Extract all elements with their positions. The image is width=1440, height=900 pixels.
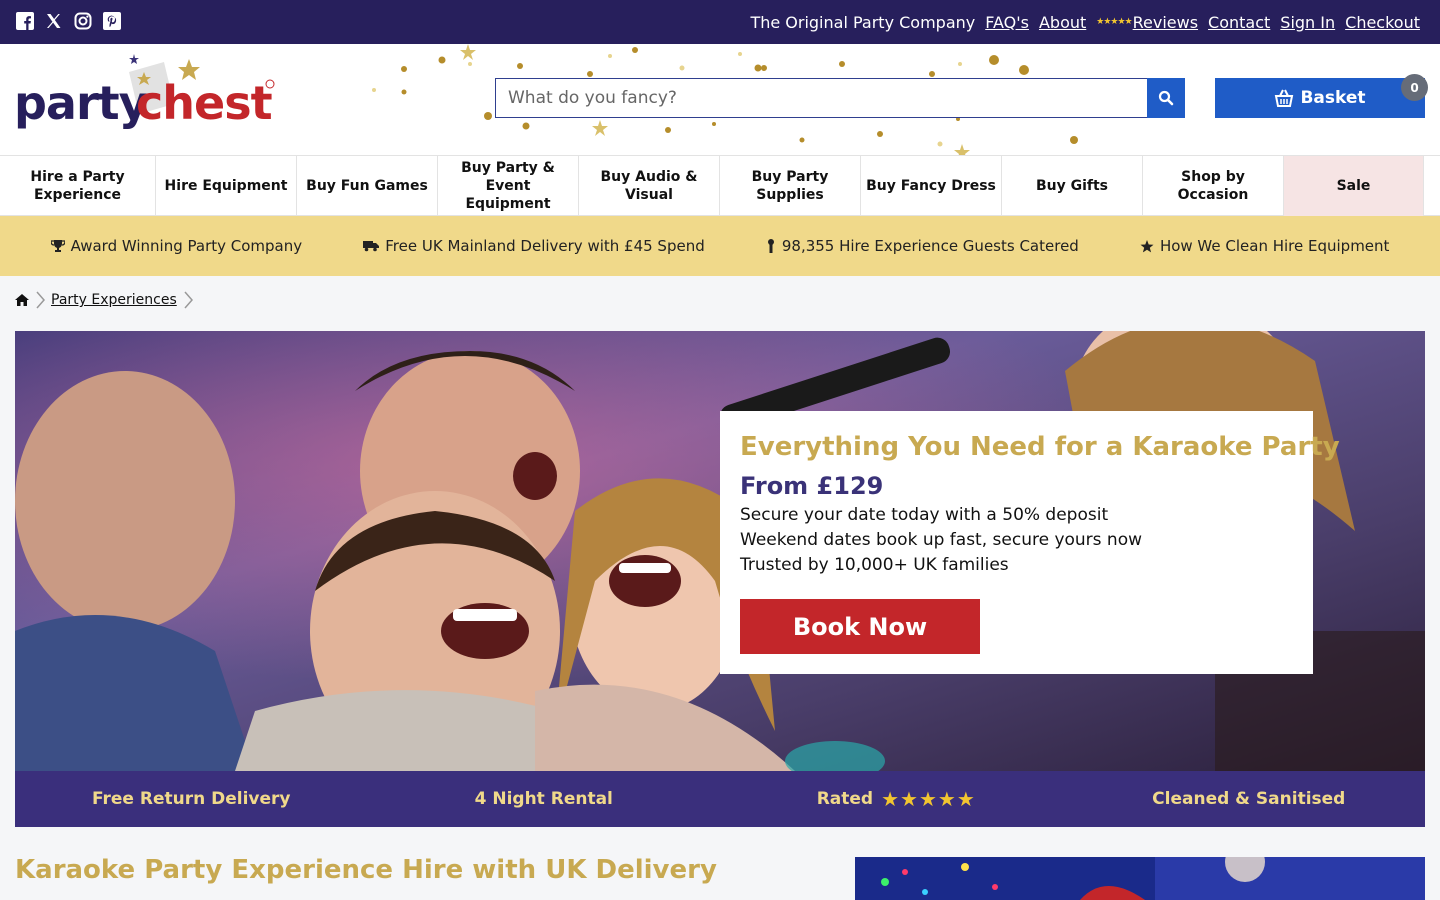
hero-banner: Everything You Need for a Karaoke Party …: [15, 331, 1425, 771]
hero-price: From £129: [740, 472, 884, 500]
hero-title: Everything You Need for a Karaoke Party: [740, 432, 1340, 462]
nav-buy-party-supplies[interactable]: Buy Party Supplies: [720, 156, 861, 216]
contact-link[interactable]: Contact: [1208, 13, 1270, 32]
trophy-icon: [50, 239, 65, 252]
benefit-guests: 98,355 Hire Experience Guests Catered: [766, 237, 1079, 255]
basket-button[interactable]: Basket: [1215, 78, 1425, 118]
search-input[interactable]: [495, 78, 1147, 118]
truck-icon: [363, 241, 380, 252]
nav-buy-audio-visual[interactable]: Buy Audio & Visual: [579, 156, 720, 216]
karaoke-product-image[interactable]: [855, 857, 1425, 900]
book-now-button[interactable]: Book Now: [740, 599, 980, 654]
nav-sale[interactable]: Sale: [1284, 156, 1424, 216]
chevron-right-icon: [36, 291, 45, 309]
hero-line-weekend: Weekend dates book up fast, secure yours…: [740, 530, 1143, 550]
rating-stars-icon: ★★★★★: [881, 787, 976, 811]
microphone-icon: [767, 239, 774, 253]
breadcrumb: Party Experiences: [15, 290, 193, 310]
hero-offer-card: Everything You Need for a Karaoke Party …: [720, 411, 1340, 674]
basket-count-badge: 0: [1401, 74, 1428, 101]
nav-buy-party-event-equipment[interactable]: Buy Party & Event Equipment: [438, 156, 579, 216]
checkout-link[interactable]: Checkout: [1345, 13, 1420, 32]
usp-cleaned: Cleaned & Sanitised: [1152, 789, 1346, 809]
benefits-strip: Award Winning Party Company Free UK Main…: [0, 216, 1440, 276]
faq-link[interactable]: FAQ's: [985, 13, 1029, 32]
facebook-icon[interactable]: [15, 11, 35, 31]
instagram-icon[interactable]: [73, 11, 93, 31]
page-heading: Karaoke Party Experience Hire with UK De…: [15, 855, 717, 885]
usp-rated: Rated ★★★★★: [816, 787, 976, 811]
basket-icon: [1275, 89, 1294, 107]
breadcrumb-party-experiences[interactable]: Party Experiences: [51, 292, 177, 308]
nav-hire-party-experience[interactable]: Hire a Party Experience: [0, 156, 156, 216]
top-links: The Original Party Company FAQ's About ★…: [750, 0, 1420, 44]
usp-free-return: Free Return Delivery: [91, 789, 291, 809]
about-link[interactable]: About: [1039, 13, 1086, 32]
star-icon: [1140, 239, 1154, 252]
top-bar: The Original Party Company FAQ's About ★…: [0, 0, 1440, 44]
nav-shop-by-occasion[interactable]: Shop by Occasion: [1143, 156, 1284, 216]
benefit-cleaning[interactable]: How We Clean Hire Equipment: [1140, 237, 1389, 255]
sign-in-link[interactable]: Sign In: [1280, 13, 1335, 32]
nav-buy-gifts[interactable]: Buy Gifts: [1002, 156, 1143, 216]
tagline: The Original Party Company: [750, 12, 976, 32]
social-links: [15, 11, 122, 31]
pinterest-icon[interactable]: [102, 11, 122, 31]
partychest-logo[interactable]: party chest: [14, 54, 284, 149]
benefit-delivery[interactable]: Free UK Mainland Delivery with £45 Spend: [363, 237, 705, 255]
x-twitter-icon[interactable]: [44, 11, 64, 31]
logo-text-chest: chest: [136, 76, 272, 130]
reviews-link[interactable]: Reviews: [1133, 13, 1198, 32]
basket-label: Basket: [1300, 88, 1366, 108]
site-header: party chest Basket 0: [0, 44, 1440, 156]
rating-stars-icon: ★★★★★: [1096, 17, 1132, 27]
usp-rental: 4 Night Rental: [474, 789, 613, 809]
nav-hire-equipment[interactable]: Hire Equipment: [156, 156, 297, 216]
hero-line-trusted: Trusted by 10,000+ UK families: [740, 555, 1009, 575]
search-button[interactable]: [1147, 78, 1185, 118]
search-icon: [1158, 90, 1174, 106]
benefit-award: Award Winning Party Company: [50, 237, 302, 255]
search-bar: [495, 78, 1185, 118]
logo-text-party: party: [14, 76, 149, 130]
nav-buy-fun-games[interactable]: Buy Fun Games: [297, 156, 438, 216]
chevron-right-icon: [184, 291, 193, 309]
main-nav: Hire a Party Experience Hire Equipment B…: [0, 156, 1440, 216]
usp-bar: Free Return Delivery 4 Night Rental Rate…: [15, 771, 1425, 827]
nav-buy-fancy-dress[interactable]: Buy Fancy Dress: [861, 156, 1002, 216]
home-icon[interactable]: [15, 294, 29, 306]
hero-line-deposit: Secure your date today with a 50% deposi…: [740, 505, 1109, 525]
